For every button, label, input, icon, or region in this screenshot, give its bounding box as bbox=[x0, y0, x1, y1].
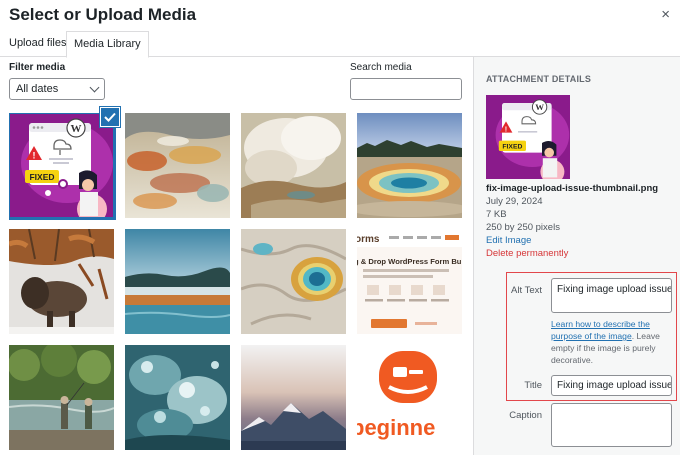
media-item-mountain-dusk[interactable] bbox=[241, 345, 346, 450]
attachment-details-panel: ATTACHMENT DETAILS W ! FIXED fix-image-u… bbox=[473, 57, 680, 455]
alt-text-help: Learn how to describe the purpose of the… bbox=[551, 318, 675, 366]
delete-permanently-link[interactable]: Delete permanently bbox=[486, 248, 568, 259]
search-label: Search media bbox=[350, 62, 412, 73]
search-input[interactable] bbox=[350, 78, 462, 100]
wpforms-headline-text: g & Drop WordPress Form Buil bbox=[357, 257, 462, 266]
media-grid: W ! FIXED orms g & Drop WordPress Form B… bbox=[9, 113, 463, 455]
alt-text-field[interactable]: Fixing image upload issue bbox=[551, 278, 672, 313]
attachment-details-heading: ATTACHMENT DETAILS bbox=[486, 74, 592, 84]
svg-text:!: ! bbox=[505, 124, 507, 133]
media-item-wp-thumbnail[interactable]: W ! FIXED bbox=[9, 113, 116, 220]
tab-bar: Upload files Media Library bbox=[0, 31, 680, 58]
selected-checkmark-icon[interactable] bbox=[100, 107, 120, 127]
attachment-thumb-fixed-text: FIXED bbox=[502, 144, 522, 151]
svg-text:!: ! bbox=[33, 151, 36, 161]
close-icon[interactable]: × bbox=[661, 7, 670, 23]
media-item-prismatic-spring[interactable] bbox=[357, 113, 462, 218]
tab-upload-files[interactable]: Upload files bbox=[2, 31, 73, 57]
chevron-down-icon bbox=[89, 82, 100, 93]
media-item-hot-spring-terrain[interactable] bbox=[125, 113, 230, 218]
thumbnail-fixed-text: FIXED bbox=[29, 172, 54, 182]
media-item-water-splash[interactable] bbox=[125, 345, 230, 450]
media-item-misty-lake[interactable] bbox=[125, 229, 230, 334]
tab-media-library[interactable]: Media Library bbox=[66, 31, 149, 58]
media-item-wpbeginner-logo[interactable]: beginne bbox=[357, 345, 462, 450]
edit-image-link[interactable]: Edit Image bbox=[486, 235, 531, 246]
media-item-blue-hot-spring-aerial[interactable] bbox=[241, 229, 346, 334]
svg-text:W: W bbox=[535, 102, 544, 112]
caption-field[interactable] bbox=[551, 403, 672, 447]
media-item-steaming-geyser[interactable] bbox=[241, 113, 346, 218]
date-filter-value: All dates bbox=[16, 83, 59, 95]
title-label: Title bbox=[524, 380, 542, 391]
media-item-fishermen-river[interactable] bbox=[9, 345, 114, 450]
title-field[interactable]: Fixing image upload issue bbox=[551, 375, 672, 396]
attachment-thumbnail: W ! FIXED bbox=[486, 95, 570, 184]
attachment-date: July 29, 2024 bbox=[486, 196, 543, 207]
media-item-wpforms-screenshot[interactable]: orms g & Drop WordPress Form Buil bbox=[357, 229, 462, 334]
media-item-bison-in-snow[interactable] bbox=[9, 229, 114, 334]
filter-label: Filter media bbox=[9, 62, 66, 73]
attachment-dimensions: 250 by 250 pixels bbox=[486, 222, 560, 233]
wpforms-logo-text: orms bbox=[357, 234, 380, 245]
alt-text-label: Alt Text bbox=[511, 285, 542, 296]
date-filter-select[interactable]: All dates bbox=[9, 78, 105, 100]
wpbeginner-logo-text: beginne bbox=[357, 415, 435, 440]
modal-title: Select or Upload Media bbox=[9, 5, 197, 24]
attachment-file-size: 7 KB bbox=[486, 209, 507, 220]
caption-label: Caption bbox=[509, 410, 542, 421]
svg-text:W: W bbox=[71, 123, 82, 135]
attachment-filename: fix-image-upload-issue-thumbnail.png bbox=[486, 183, 659, 194]
